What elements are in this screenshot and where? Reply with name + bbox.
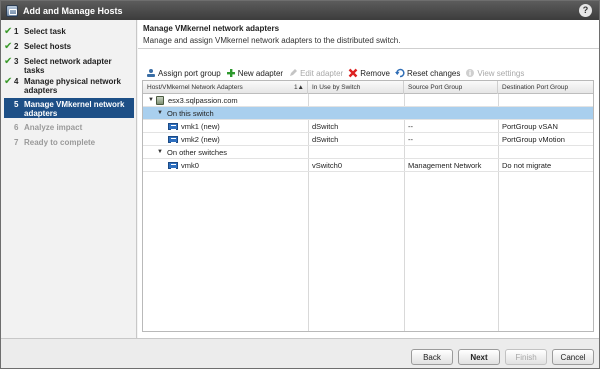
cancel-button[interactable]: Cancel (552, 349, 594, 365)
check-icon: ✔ (4, 56, 13, 67)
step-analyze-impact: 6 Analyze impact (14, 123, 83, 132)
reset-changes-button[interactable]: Reset changes (395, 68, 460, 78)
step-select-task[interactable]: ✔ 1 Select task (4, 26, 134, 37)
vmkernel-adapters-grid: Host/VMkernel Network Adapters 1▲ In Use… (142, 80, 594, 332)
column-header-in-use-by-switch[interactable]: In Use by Switch (308, 81, 404, 94)
host-name: esx3.sqlpassion.com (168, 96, 238, 105)
expand-arrow-icon[interactable]: ▼ (148, 94, 154, 107)
check-icon: ✔ (4, 26, 13, 37)
assign-port-group-button[interactable]: Assign port group (146, 68, 221, 78)
expand-arrow-icon[interactable]: ▼ (157, 107, 163, 120)
table-row[interactable]: vmk1 (new) dSwitch -- PortGroup vSAN (143, 120, 593, 133)
content-panel: Manage VMkernel network adapters Manage … (138, 20, 599, 338)
window-title: Add and Manage Hosts (23, 5, 123, 16)
title-bar: Add and Manage Hosts ? (1, 1, 599, 20)
finish-button[interactable]: Finish (505, 349, 547, 365)
expand-arrow-icon[interactable]: ▼ (157, 146, 163, 159)
red-x-icon (348, 68, 358, 78)
group-row-this-switch[interactable]: ▼ On this switch (143, 107, 593, 120)
window-icon (6, 4, 18, 17)
wizard-footer: Back Next Finish Cancel (1, 338, 599, 368)
edit-adapter-button[interactable]: Edit adapter (288, 68, 343, 78)
vmkernel-adapter-icon (168, 123, 178, 130)
content-header: Manage VMkernel network adapters Manage … (138, 20, 599, 49)
next-button[interactable]: Next (458, 349, 500, 365)
column-header-source-port-group[interactable]: Source Port Group (404, 81, 498, 94)
table-row[interactable]: vmk2 (new) dSwitch -- PortGroup vMotion (143, 133, 593, 146)
plus-icon (226, 68, 236, 78)
vmkernel-adapter-icon (168, 136, 178, 143)
column-header-adapters[interactable]: Host/VMkernel Network Adapters 1▲ (143, 81, 308, 94)
assign-port-group-icon (146, 68, 156, 78)
step-select-hosts[interactable]: ✔ 2 Select hosts (4, 41, 134, 52)
reset-arrow-icon (395, 68, 405, 78)
host-row[interactable]: ▼ esx3.sqlpassion.com (143, 94, 593, 107)
wizard-steps-sidebar: ✔ 1 Select task ✔ 2 Select hosts ✔ 3 Sel… (1, 20, 137, 338)
pencil-icon (288, 68, 298, 78)
group-label: On this switch (167, 109, 214, 118)
remove-button[interactable]: Remove (348, 68, 390, 78)
page-title: Manage VMkernel network adapters (143, 24, 280, 33)
info-icon (465, 68, 475, 78)
grid-header: Host/VMkernel Network Adapters 1▲ In Use… (143, 81, 593, 94)
new-adapter-button[interactable]: New adapter (226, 68, 283, 78)
host-icon (156, 96, 164, 105)
step-manage-vmkernel-adapters[interactable]: 5 Manage VMkernel network adapters (4, 98, 134, 118)
group-row-other-switches[interactable]: ▼ On other switches (143, 146, 593, 159)
back-button[interactable]: Back (411, 349, 453, 365)
step-ready-to-complete: 7 Ready to complete (14, 138, 96, 147)
table-row[interactable]: vmk0 vSwitch0 Management Network Do not … (143, 159, 593, 172)
wizard-window: Add and Manage Hosts ? ✔ 1 Select task ✔… (0, 0, 600, 369)
vmkernel-adapter-icon (168, 162, 178, 169)
check-icon: ✔ (4, 41, 13, 52)
step-select-network-adapter-tasks[interactable]: ✔ 3 Select network adapter tasks (4, 56, 134, 76)
group-label: On other switches (167, 148, 228, 157)
adapter-toolbar: Assign port group New adapter Edit adapt… (146, 67, 529, 79)
help-button[interactable]: ? (579, 4, 592, 17)
check-icon: ✔ (4, 76, 13, 87)
sort-ascending-icon: 1▲ (293, 84, 304, 91)
step-manage-physical-adapters[interactable]: ✔ 4 Manage physical network adapters (4, 76, 134, 96)
column-header-destination-port-group[interactable]: Destination Port Group (498, 81, 593, 94)
view-settings-button[interactable]: View settings (465, 68, 524, 78)
page-subtitle: Manage and assign VMkernel network adapt… (143, 36, 401, 45)
